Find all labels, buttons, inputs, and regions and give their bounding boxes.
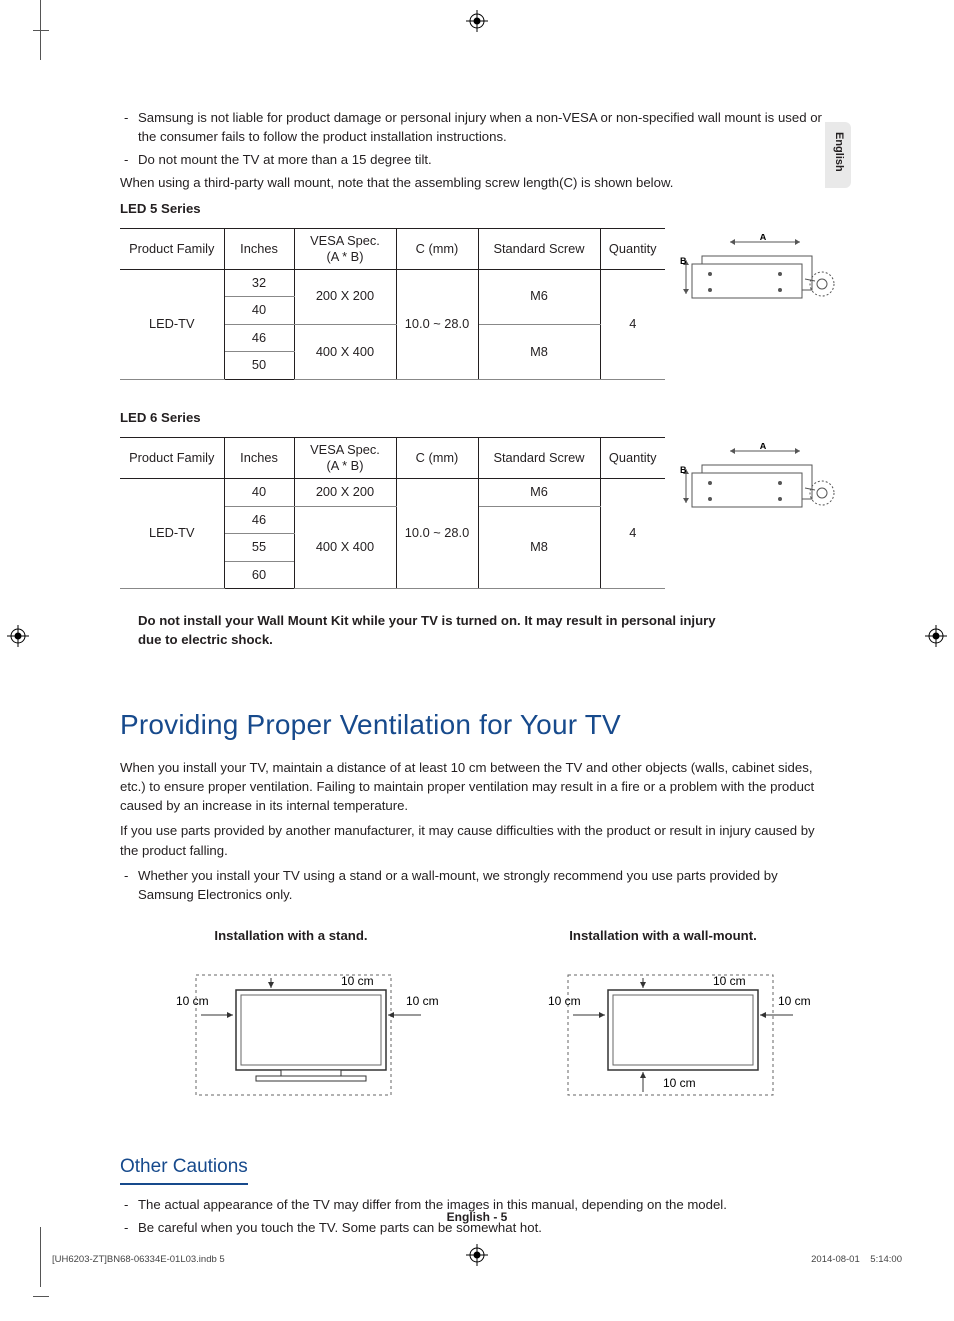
page-content: Samsung is not liable for product damage… xyxy=(0,0,954,1301)
intro-bullet: Do not mount the TV at more than a 15 de… xyxy=(120,150,834,169)
cell-vesa: 200 X 200 xyxy=(294,269,396,324)
registration-mark-icon xyxy=(7,625,29,647)
th-family: Product Family xyxy=(120,228,224,269)
th-c: C (mm) xyxy=(396,228,478,269)
installation-diagrams: Installation with a stand. 10 cm 10 cm 1… xyxy=(120,926,834,1115)
series6-table: Product Family Inches VESA Spec. (A * B)… xyxy=(120,437,665,589)
th-screw: Standard Screw xyxy=(478,438,600,479)
series5-table: Product Family Inches VESA Spec. (A * B)… xyxy=(120,228,665,380)
ventilation-p1: When you install your TV, maintain a dis… xyxy=(120,758,834,815)
install-stand-title: Installation with a stand. xyxy=(141,926,441,945)
ventilation-p2: If you use parts provided by another man… xyxy=(120,821,834,859)
cell-vesa: 200 X 200 xyxy=(294,478,396,506)
th-c: C (mm) xyxy=(396,438,478,479)
cell-screw: M6 xyxy=(478,478,600,506)
cell-inches: 46 xyxy=(224,506,294,534)
mount-bracket-diagram: A B xyxy=(680,443,850,523)
install-wall-title: Installation with a wall-mount. xyxy=(513,926,813,945)
cell-vesa: 400 X 400 xyxy=(294,506,396,589)
wall-diagram: 10 cm 10 cm 10 cm 10 cm xyxy=(513,955,813,1110)
ventilation-heading: Providing Proper Ventilation for Your TV xyxy=(120,705,834,746)
footer-timestamp: 2014-08-01 5:14:00 xyxy=(811,1253,902,1267)
series6-label: LED 6 Series xyxy=(120,408,834,427)
cell-inches: 60 xyxy=(224,561,294,589)
th-vesa: VESA Spec. (A * B) xyxy=(294,438,396,479)
registration-mark-icon xyxy=(466,10,488,32)
install-wall: Installation with a wall-mount. 10 cm 10… xyxy=(513,926,813,1115)
ventilation-bullets: Whether you install your TV using a stan… xyxy=(120,866,834,904)
svg-text:10 cm: 10 cm xyxy=(713,974,746,988)
cell-inches: 55 xyxy=(224,534,294,562)
table-row: LED-TV 40 200 X 200 10.0 ~ 28.0 M6 4 xyxy=(120,478,665,506)
intro-paragraph: When using a third-party wall mount, not… xyxy=(120,173,834,192)
series5-table-wrap: Product Family Inches VESA Spec. (A * B)… xyxy=(120,228,834,380)
warning-row: Do not install your Wall Mount Kit while… xyxy=(120,611,834,649)
mount-bracket-diagram: A B xyxy=(680,234,850,314)
svg-text:10 cm: 10 cm xyxy=(663,1076,696,1090)
other-cautions-heading: Other Cautions xyxy=(120,1153,248,1185)
svg-text:10 cm: 10 cm xyxy=(406,994,439,1008)
footer-page-number: English - 5 xyxy=(0,1209,954,1226)
cell-c: 10.0 ~ 28.0 xyxy=(396,269,478,379)
cell-vesa: 400 X 400 xyxy=(294,324,396,379)
cell-inches: 40 xyxy=(224,297,294,325)
table-header-row: Product Family Inches VESA Spec. (A * B)… xyxy=(120,438,665,479)
diagram-label-b: B xyxy=(680,256,687,266)
table-header-row: Product Family Inches VESA Spec. (A * B)… xyxy=(120,228,665,269)
registration-mark-icon xyxy=(925,625,947,647)
cell-inches: 32 xyxy=(224,269,294,297)
cell-screw: M6 xyxy=(478,269,600,324)
svg-text:10 cm: 10 cm xyxy=(548,994,581,1008)
series5-label: LED 5 Series xyxy=(120,199,834,218)
th-screw: Standard Screw xyxy=(478,228,600,269)
cell-inches: 46 xyxy=(224,324,294,352)
svg-text:A: A xyxy=(760,443,767,451)
cell-screw: M8 xyxy=(478,506,600,589)
cell-qty: 4 xyxy=(600,269,665,379)
cell-family: LED-TV xyxy=(120,478,224,588)
cell-inches: 40 xyxy=(224,478,294,506)
diagram-label-a: A xyxy=(760,234,767,242)
intro-bullet: Samsung is not liable for product damage… xyxy=(120,108,834,146)
warning-text: Do not install your Wall Mount Kit while… xyxy=(138,611,738,649)
registration-mark-icon xyxy=(466,1244,488,1266)
cell-screw: M8 xyxy=(478,324,600,379)
svg-text:10 cm: 10 cm xyxy=(176,994,209,1008)
footer-file-info: [UH6203-ZT]BN68-06334E-01L03.indb 5 xyxy=(52,1253,225,1267)
cell-c: 10.0 ~ 28.0 xyxy=(396,478,478,588)
install-stand: Installation with a stand. 10 cm 10 cm 1… xyxy=(141,926,441,1115)
ventilation-bullet: Whether you install your TV using a stan… xyxy=(120,866,834,904)
th-inches: Inches xyxy=(224,228,294,269)
th-inches: Inches xyxy=(224,438,294,479)
cell-family: LED-TV xyxy=(120,269,224,379)
cell-qty: 4 xyxy=(600,478,665,588)
table-row: LED-TV 32 200 X 200 10.0 ~ 28.0 M6 4 xyxy=(120,269,665,297)
th-family: Product Family xyxy=(120,438,224,479)
crop-mark xyxy=(40,0,80,60)
th-qty: Quantity xyxy=(600,438,665,479)
cell-inches: 50 xyxy=(224,352,294,380)
th-qty: Quantity xyxy=(600,228,665,269)
svg-text:10 cm: 10 cm xyxy=(778,994,811,1008)
series6-table-wrap: Product Family Inches VESA Spec. (A * B)… xyxy=(120,437,834,589)
th-vesa: VESA Spec. (A * B) xyxy=(294,228,396,269)
svg-text:B: B xyxy=(680,465,687,475)
intro-bullets: Samsung is not liable for product damage… xyxy=(120,108,834,169)
stand-diagram: 10 cm 10 cm 10 cm xyxy=(141,955,441,1110)
svg-text:10 cm: 10 cm xyxy=(341,974,374,988)
